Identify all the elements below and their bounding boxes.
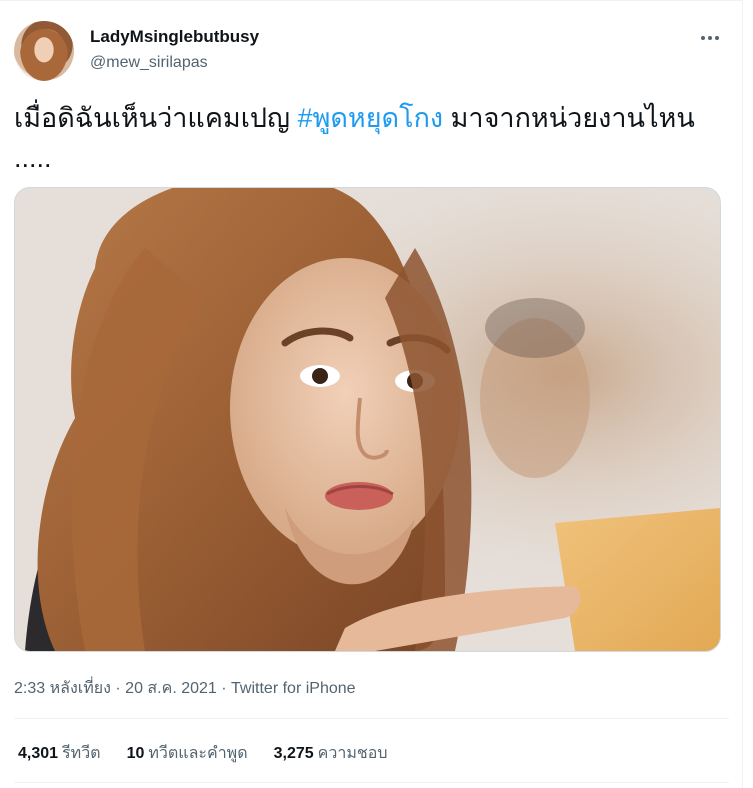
top-divider [0,0,743,1]
meta-separator: · [110,680,126,697]
divider [14,718,729,719]
author-handle[interactable]: @mew_sirilapas [90,54,208,72]
meta-separator: · [216,680,232,697]
tweet-date[interactable]: 20 ส.ค. 2021 [125,680,217,697]
more-options-button[interactable] [696,28,724,48]
avatar[interactable] [14,21,74,81]
tweet-photo[interactable] [14,187,721,652]
quotes-count: 10 [126,745,145,762]
quote-tweets-stat[interactable]: 10 ทวีตและคำพูด [127,741,248,766]
tweet-source[interactable]: Twitter for iPhone [231,680,356,697]
quotes-label: ทวีตและคำพูด [148,745,248,762]
tweet-text-part2: มาจากหน่วยงานไหน [443,103,695,133]
tweet-metadata: 2:33 หลังเที่ยง · 20 ส.ค. 2021 · Twitter… [14,676,356,701]
hashtag-link[interactable]: #พูดหยุดโกง [298,103,444,133]
likes-stat[interactable]: 3,275 ความชอบ [274,741,388,766]
tweet-text-line2: ..... [14,143,52,173]
tweet-text-part1: เมื่อดิฉันเห็นว่าแคมเปญ [14,103,298,133]
tweet-text: เมื่อดิฉันเห็นว่าแคมเปญ #พูดหยุดโกง มาจา… [14,98,729,178]
tweet-detail: LadyMsinglebutbusy @mew_sirilapas เมื่อด… [0,0,743,788]
divider [14,782,729,783]
retweets-label: รีทวีต [62,745,101,762]
tweet-time[interactable]: 2:33 หลังเที่ยง [14,680,111,697]
author-display-name[interactable]: LadyMsinglebutbusy [90,27,259,47]
more-horizontal-icon [701,36,705,40]
likes-count: 3,275 [273,745,314,762]
tweet-stats: 4,301 รีทวีต 10 ทวีตและคำพูด 3,275 ความชอบ [18,741,388,766]
retweets-count: 4,301 [18,745,59,762]
likes-label: ความชอบ [317,745,388,762]
retweets-stat[interactable]: 4,301 รีทวีต [18,741,101,766]
photo-illustration [15,188,720,651]
avatar-face [20,29,68,81]
